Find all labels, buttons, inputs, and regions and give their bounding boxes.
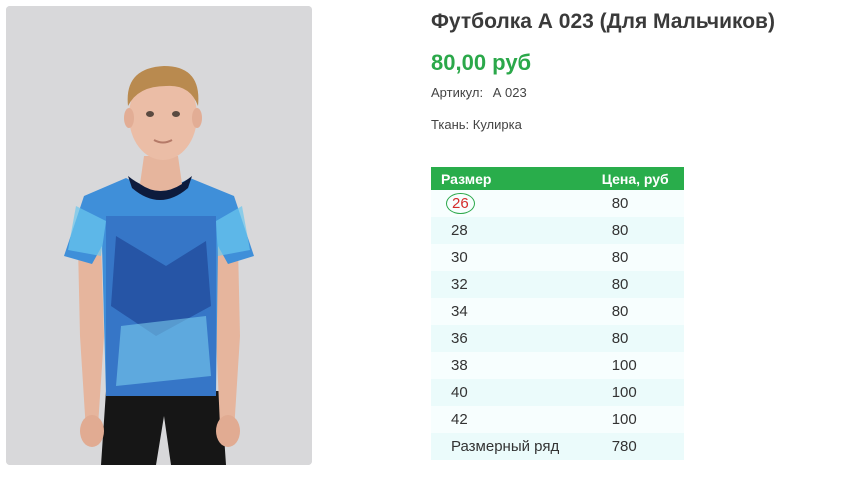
product-photo[interactable]: [6, 6, 312, 465]
table-row[interactable]: 32 80: [431, 271, 684, 298]
price-cell: 80: [581, 244, 684, 271]
table-header-row: Размер Цена, руб: [431, 167, 684, 190]
product-title: Футболка А 023 (Для Мальчиков): [431, 10, 775, 33]
price-cell: 80: [581, 190, 684, 217]
table-row-total[interactable]: Размерный ряд 780: [431, 433, 684, 460]
fabric-line: Ткань: Кулирка: [431, 117, 522, 132]
size-cell: 28: [431, 217, 582, 244]
table-row[interactable]: 30 80: [431, 244, 684, 271]
article-label: Артикул:: [431, 85, 484, 100]
boy-photo-illustration: [6, 6, 312, 465]
header-size: Размер: [431, 167, 582, 190]
table-row[interactable]: 26 80: [431, 190, 684, 217]
table-row[interactable]: 36 80: [431, 325, 684, 352]
price-cell: 100: [581, 379, 684, 406]
table-row[interactable]: 38 100: [431, 352, 684, 379]
price-cell: 80: [581, 325, 684, 352]
size-cell: 30: [431, 244, 582, 271]
size-cell: 38: [431, 352, 582, 379]
table-row[interactable]: 34 80: [431, 298, 684, 325]
price-cell: 80: [581, 217, 684, 244]
size-cell: 42: [431, 406, 582, 433]
price-cell: 100: [581, 406, 684, 433]
header-price: Цена, руб: [581, 167, 684, 190]
table-row[interactable]: 28 80: [431, 217, 684, 244]
product-price: 80,00 руб: [431, 50, 532, 75]
price-cell: 80: [581, 271, 684, 298]
article-line: Артикул: А 023: [431, 85, 527, 100]
table-row[interactable]: 42 100: [431, 406, 684, 433]
price-cell: 780: [581, 433, 684, 460]
size-cell: 34: [431, 298, 582, 325]
size-cell: 26: [431, 190, 582, 217]
table-row[interactable]: 40 100: [431, 379, 684, 406]
size-cell: 32: [431, 271, 582, 298]
price-cell: 100: [581, 352, 684, 379]
size-price-table: Размер Цена, руб 26 80 28 80 30 80 32 80: [431, 167, 684, 460]
selected-size-circle: 26: [446, 193, 475, 214]
size-cell: 40: [431, 379, 582, 406]
size-range-cell: Размерный ряд: [431, 433, 582, 460]
article-value: А 023: [492, 85, 527, 100]
size-cell: 36: [431, 325, 582, 352]
price-cell: 80: [581, 298, 684, 325]
